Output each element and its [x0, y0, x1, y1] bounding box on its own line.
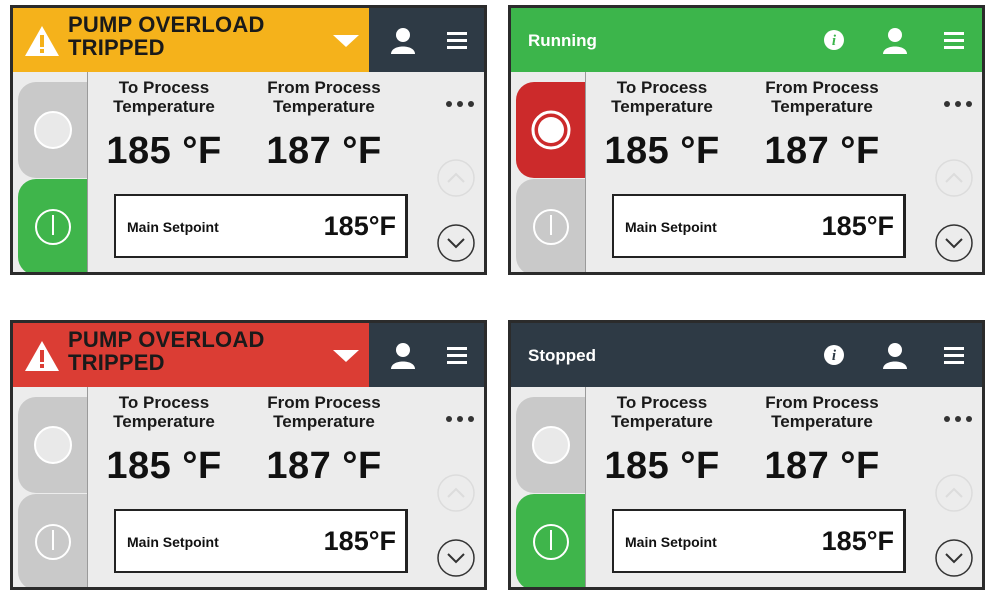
divider [585, 387, 586, 587]
power-icon [533, 209, 569, 245]
hamburger-menu-icon[interactable] [447, 30, 467, 50]
stop-icon [34, 111, 72, 149]
stop-button[interactable] [18, 82, 87, 178]
main-setpoint-field[interactable]: Main Setpoint 185°F [612, 509, 906, 573]
main-setpoint-field[interactable]: Main Setpoint 185°F [114, 194, 408, 258]
stop-icon [34, 426, 72, 464]
divider [87, 387, 88, 587]
power-icon [533, 524, 569, 560]
power-icon [35, 524, 71, 560]
to-process-label: To Process Temperature [113, 78, 215, 116]
info-icon[interactable]: i [823, 344, 845, 366]
stop-icon [531, 110, 571, 150]
warning-triangle-icon [25, 341, 59, 371]
start-button[interactable] [18, 494, 87, 587]
user-icon[interactable] [389, 27, 417, 55]
ellipsis-icon[interactable] [943, 415, 973, 423]
from-process-label: From Process Temperature [765, 393, 879, 431]
to-process-value: 185 °F [604, 445, 720, 487]
stop-button[interactable] [516, 397, 585, 493]
chevron-down-icon[interactable] [333, 350, 359, 362]
to-process-label: To Process Temperature [611, 78, 713, 116]
scroll-up-icon[interactable] [436, 158, 476, 198]
from-process-label: From Process Temperature [267, 78, 381, 116]
ellipsis-icon[interactable] [445, 100, 475, 108]
setpoint-label: Main Setpoint [127, 534, 219, 550]
hamburger-menu-icon[interactable] [944, 345, 964, 365]
status-text: Stopped [528, 346, 596, 365]
setpoint-value: 185°F [821, 526, 894, 556]
start-button[interactable] [516, 179, 585, 272]
scroll-down-icon[interactable] [436, 223, 476, 263]
divider [585, 72, 586, 272]
status-bar: Running i [511, 8, 982, 72]
main-setpoint-field[interactable]: Main Setpoint 185°F [612, 194, 906, 258]
start-button[interactable] [18, 179, 87, 272]
setpoint-value: 185°F [821, 211, 894, 241]
user-icon[interactable] [881, 342, 909, 370]
header-bar: PUMP OVERLOAD TRIPPED [13, 323, 484, 387]
status-bar: Stopped i [511, 323, 982, 387]
control-buttons [13, 387, 87, 587]
alarm-banner[interactable]: PUMP OVERLOAD TRIPPED [13, 323, 369, 387]
ellipsis-icon[interactable] [943, 100, 973, 108]
setpoint-value: 185°F [323, 526, 396, 556]
from-process-value: 187 °F [266, 445, 382, 487]
stop-button[interactable] [18, 397, 87, 493]
scroll-up-icon[interactable] [934, 158, 974, 198]
alarm-message: PUMP OVERLOAD TRIPPED [68, 327, 265, 375]
control-buttons [511, 387, 585, 587]
from-process-value: 187 °F [764, 445, 880, 487]
start-button[interactable] [516, 494, 585, 587]
warning-triangle-icon [25, 26, 59, 56]
alarm-banner[interactable]: PUMP OVERLOAD TRIPPED [13, 8, 369, 72]
setpoint-label: Main Setpoint [625, 534, 717, 550]
setpoint-label: Main Setpoint [127, 219, 219, 235]
from-process-value: 187 °F [764, 130, 880, 172]
from-process-label: From Process Temperature [267, 393, 381, 431]
chevron-down-icon[interactable] [333, 35, 359, 47]
user-icon[interactable] [389, 342, 417, 370]
hmi-panel-running: Running i To Process Temperature From Pr… [508, 5, 985, 275]
header-bar: PUMP OVERLOAD TRIPPED [13, 8, 484, 72]
status-text: Running [528, 31, 597, 50]
to-process-value: 185 °F [106, 445, 222, 487]
divider [87, 72, 88, 272]
hamburger-menu-icon[interactable] [447, 345, 467, 365]
stop-icon [532, 426, 570, 464]
setpoint-value: 185°F [323, 211, 396, 241]
hamburger-menu-icon[interactable] [944, 30, 964, 50]
control-buttons [511, 72, 585, 272]
scroll-down-icon[interactable] [436, 538, 476, 578]
setpoint-label: Main Setpoint [625, 219, 717, 235]
main-setpoint-field[interactable]: Main Setpoint 185°F [114, 509, 408, 573]
to-process-value: 185 °F [604, 130, 720, 172]
scroll-up-icon[interactable] [934, 473, 974, 513]
from-process-label: From Process Temperature [765, 78, 879, 116]
to-process-label: To Process Temperature [113, 393, 215, 431]
control-buttons [13, 72, 87, 272]
to-process-value: 185 °F [106, 130, 222, 172]
nav-box [369, 8, 484, 72]
hmi-panel-red-alarm: PUMP OVERLOAD TRIPPED To Process Tempera… [10, 320, 487, 590]
scroll-up-icon[interactable] [436, 473, 476, 513]
user-icon[interactable] [881, 27, 909, 55]
info-icon[interactable]: i [823, 29, 845, 51]
to-process-label: To Process Temperature [611, 393, 713, 431]
scroll-down-icon[interactable] [934, 223, 974, 263]
hmi-panel-stopped: Stopped i To Process Temperature From Pr… [508, 320, 985, 590]
scroll-down-icon[interactable] [934, 538, 974, 578]
stop-button[interactable] [516, 82, 585, 178]
alarm-message: PUMP OVERLOAD TRIPPED [68, 12, 265, 60]
power-icon [35, 209, 71, 245]
nav-box [369, 323, 484, 387]
from-process-value: 187 °F [266, 130, 382, 172]
hmi-panel-yellow-alarm: PUMP OVERLOAD TRIPPED To Process Tempera… [10, 5, 487, 275]
ellipsis-icon[interactable] [445, 415, 475, 423]
